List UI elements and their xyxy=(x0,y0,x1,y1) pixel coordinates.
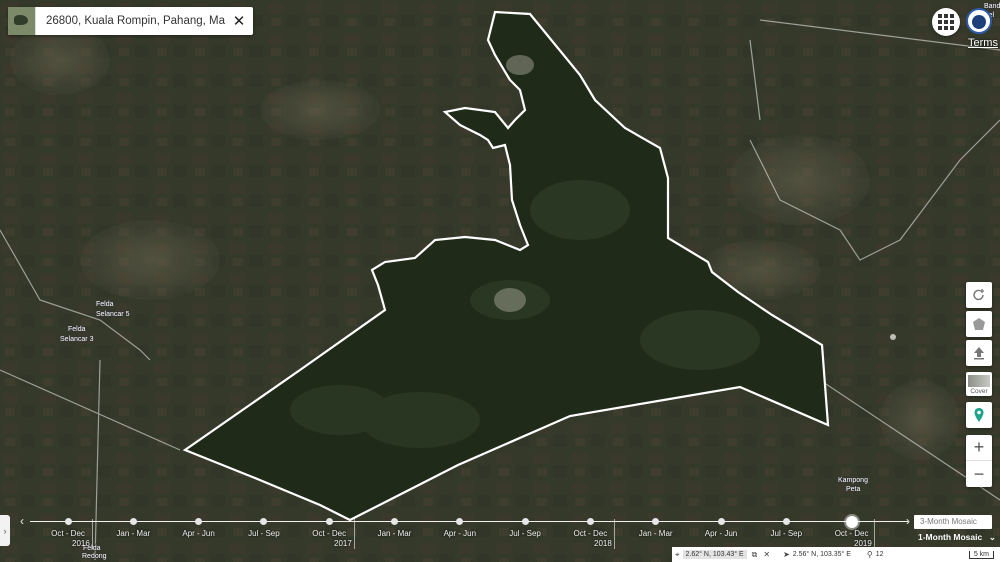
mosaic-option-3-month[interactable]: 3-Month Mosaic xyxy=(914,515,992,529)
timeline-period-dot[interactable] xyxy=(260,518,268,525)
timeline-year-divider xyxy=(614,519,615,549)
search-input[interactable]: 26800, Kuala Rompin, Pahang, Malaysia xyxy=(36,15,225,27)
timeline-period-label[interactable]: Apr - Jun xyxy=(705,529,737,538)
zoom-level: 12 xyxy=(875,551,884,558)
draw-circle-tool[interactable] xyxy=(966,282,992,308)
timeline-period-dot[interactable] xyxy=(129,518,137,525)
cursor-arrow-icon: ➤ xyxy=(783,550,790,559)
zoom-controls: + − xyxy=(966,435,992,487)
timeline-period-dot[interactable] xyxy=(717,518,725,525)
timeline-period-dot[interactable] xyxy=(845,516,858,528)
crosshair-icon: ⌖ xyxy=(675,549,680,559)
zoom-in-button[interactable]: + xyxy=(966,435,992,461)
timeline-period-label[interactable]: Oct - Dec xyxy=(312,529,346,538)
timeline-collapse-handle[interactable]: › xyxy=(0,515,10,546)
crosshair-coordinates: 2.62° N, 103.43° E xyxy=(682,550,747,559)
timeline-year-label: 2018 xyxy=(594,539,612,548)
map-label-kampong-line1: Kampong xyxy=(838,477,868,484)
map-label-felda-5-line2: Selancar 5 xyxy=(96,311,130,318)
timeline-period-label[interactable]: Jul - Sep xyxy=(771,529,803,538)
cover-label: Cover xyxy=(970,387,988,395)
timeline-period-dot[interactable] xyxy=(195,518,203,525)
zoom-out-button[interactable]: − xyxy=(966,461,992,487)
mosaic-selected-label: 1-Month Mosaic xyxy=(918,532,983,542)
timeline-period-dot[interactable] xyxy=(391,518,398,525)
cloud-cover-filter[interactable]: Cover xyxy=(966,372,992,396)
apps-grid-button[interactable] xyxy=(932,8,960,36)
satellite-map[interactable]: Felda Selancar 5 Felda Selancar 3 Kampon… xyxy=(0,0,1000,562)
clear-icon[interactable]: ✕ xyxy=(763,550,770,559)
draw-polygon-tool[interactable] xyxy=(966,311,992,337)
status-bar: ⌖ 2.62° N, 103.43° E ⧉ ✕ ➤ 2.56° N, 103.… xyxy=(672,547,1000,562)
mosaic-select-1-month[interactable]: 1-Month Mosaic ⌄ xyxy=(918,530,996,544)
map-label-bandar-line1: Band xyxy=(984,3,1000,10)
map-pin-icon xyxy=(974,408,984,422)
timeline-period-label[interactable]: Oct - Dec xyxy=(835,529,869,538)
timeline-period-label[interactable]: Jul - Sep xyxy=(509,529,541,538)
scale-bar: 5 km xyxy=(968,550,994,559)
grid-icon xyxy=(938,14,954,30)
timeline-period-dot[interactable] xyxy=(652,518,660,525)
close-icon[interactable]: ✕ xyxy=(225,12,253,30)
map-label-felda-3-line1: Felda xyxy=(68,326,86,333)
timeline-period-dot[interactable] xyxy=(782,518,790,525)
timeline-period-label[interactable]: Oct - Dec xyxy=(574,529,608,538)
rotate-plus-icon xyxy=(973,289,984,301)
timeline-period-dot[interactable] xyxy=(64,518,72,525)
timeline-period-label[interactable]: Apr - Jun xyxy=(444,529,476,538)
timeline-year-divider xyxy=(874,519,875,549)
map-label-felda-5-line1: Felda xyxy=(96,301,114,308)
timeline-period-dot[interactable] xyxy=(325,518,333,525)
location-pin-tool[interactable] xyxy=(966,402,992,428)
timeline-period-dot[interactable] xyxy=(521,518,529,525)
timeline-year-label: 2017 xyxy=(334,539,352,548)
map-label-kampong-line2: Peta xyxy=(846,486,861,493)
timeline-year-divider xyxy=(92,519,93,549)
upload-icon xyxy=(974,347,984,360)
user-avatar-logo[interactable] xyxy=(966,8,992,34)
timeline-period-label[interactable]: Jul - Sep xyxy=(248,529,280,538)
timeline-next-arrow[interactable]: › xyxy=(906,515,910,527)
timeline-prev-arrow[interactable]: ‹ xyxy=(20,515,24,527)
timeline-period-label[interactable]: Jan - Mar xyxy=(378,529,412,538)
timeline-year-label: 2016 xyxy=(72,539,90,548)
cursor-coordinates: 2.56° N, 103.35° E xyxy=(792,551,851,558)
cover-thumbnail xyxy=(968,374,990,387)
location-search-box[interactable]: 26800, Kuala Rompin, Pahang, Malaysia ✕ xyxy=(8,7,253,35)
timeline-track[interactable] xyxy=(30,521,908,522)
map-label-felda-3-line2: Selancar 3 xyxy=(60,336,94,343)
timeline-period-label[interactable]: Jan - Mar xyxy=(116,529,150,538)
timeline-period-label[interactable]: Apr - Jun xyxy=(182,529,214,538)
upload-tool[interactable] xyxy=(966,340,992,366)
chevron-down-icon: ⌄ xyxy=(988,531,996,542)
polygon-icon xyxy=(973,318,985,330)
location-thumbnail xyxy=(8,7,36,35)
timeline-period-label[interactable]: Oct - Dec xyxy=(51,529,85,538)
copy-icon[interactable]: ⧉ xyxy=(752,550,758,560)
timeline-period-label[interactable]: Jan - Mar xyxy=(639,529,673,538)
zoom-magnifier-icon: ⚲ xyxy=(866,550,873,559)
timeline-period-dot[interactable] xyxy=(586,518,594,525)
terms-link[interactable]: Terms xyxy=(968,37,998,49)
timeline-year-divider xyxy=(354,519,355,549)
timeline-period-dot[interactable] xyxy=(456,518,464,525)
